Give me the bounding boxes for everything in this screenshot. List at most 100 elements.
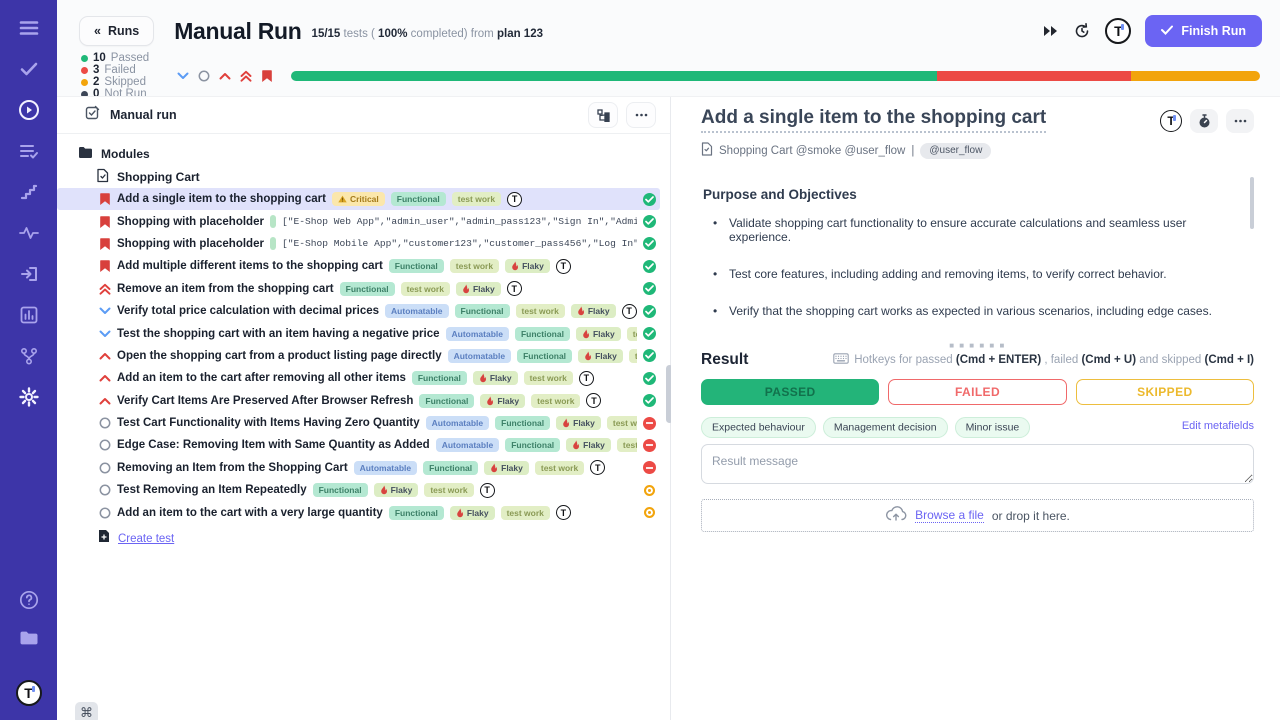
- tag-functional[interactable]: Functional: [340, 282, 395, 296]
- tag-testwork[interactable]: test work: [607, 416, 637, 430]
- result-message-input[interactable]: [701, 444, 1254, 484]
- tag-functional[interactable]: Functional: [313, 483, 368, 497]
- tag-flaky[interactable]: Flaky: [480, 394, 525, 408]
- tag-functional[interactable]: Functional: [505, 438, 560, 452]
- test-row[interactable]: Verify Cart Items Are Preserved After Br…: [57, 390, 670, 412]
- assignee-avatar[interactable]: T: [556, 505, 571, 520]
- tag-functional[interactable]: Functional: [515, 327, 570, 341]
- tag-functional[interactable]: Functional: [391, 192, 446, 206]
- tag-flaky[interactable]: Flaky: [374, 483, 419, 497]
- tag-testwork[interactable]: test work: [535, 461, 584, 475]
- finish-run-button[interactable]: Finish Run: [1145, 15, 1262, 47]
- assignee-avatar[interactable]: T: [507, 192, 522, 207]
- filter-chevron-down-icon[interactable]: [177, 72, 189, 80]
- tag-testwork[interactable]: test work: [424, 483, 473, 497]
- test-row[interactable]: Add a single item to the shopping cartCr…: [57, 188, 660, 210]
- sidebar-play-circle-icon[interactable]: [17, 98, 41, 122]
- assignee-avatar[interactable]: T: [579, 371, 594, 386]
- assignee-avatar[interactable]: T: [586, 393, 601, 408]
- tag-flaky[interactable]: Flaky: [456, 282, 501, 296]
- tag-pill[interactable]: @user_flow: [920, 143, 991, 159]
- tag-flaky[interactable]: Flaky: [576, 327, 621, 341]
- test-row[interactable]: Shopping with placeholder["E-Shop Mobile…: [57, 233, 670, 255]
- test-title[interactable]: Add a single item to the shopping cart: [701, 107, 1046, 133]
- tag-critical[interactable]: Critical: [332, 192, 385, 206]
- test-description[interactable]: Purpose and Objectives Validate shopping…: [701, 173, 1254, 341]
- filter-chevrons-up-icon[interactable]: [240, 70, 252, 82]
- test-row[interactable]: Edge Case: Removing Item with Same Quant…: [57, 434, 670, 456]
- assignee-avatar[interactable]: T: [480, 483, 495, 498]
- tag-testwork[interactable]: test work: [452, 192, 501, 206]
- sidebar-branch-icon[interactable]: [17, 344, 41, 368]
- result-splitter[interactable]: ■ ■ ■ ■ ■ ■: [701, 341, 1254, 351]
- tag-functional[interactable]: Functional: [517, 349, 572, 363]
- failed-button[interactable]: FAILED: [888, 379, 1066, 405]
- assignee-avatar-t-logo[interactable]: T: [1160, 110, 1182, 132]
- assignee-avatar[interactable]: T: [590, 460, 605, 475]
- tag-functional[interactable]: Functional: [495, 416, 550, 430]
- assignee-avatar[interactable]: T: [622, 304, 637, 319]
- tag-flaky[interactable]: Flaky: [484, 461, 529, 475]
- tag-functional[interactable]: Functional: [423, 461, 478, 475]
- test-row[interactable]: Test the shopping cart with an item havi…: [57, 322, 670, 344]
- test-row[interactable]: Test Cart Functionality with Items Havin…: [57, 412, 670, 434]
- tag-flaky[interactable]: Flaky: [578, 349, 623, 363]
- test-row[interactable]: Verify total price calculation with deci…: [57, 300, 670, 322]
- fast-forward-icon[interactable]: [1043, 24, 1059, 38]
- tag-flaky[interactable]: Flaky: [473, 371, 518, 385]
- tag-flaky[interactable]: Flaky: [556, 416, 601, 430]
- tag-automatable[interactable]: Automatable: [446, 327, 509, 341]
- sidebar-activity-icon[interactable]: [17, 221, 41, 245]
- tag-testwork[interactable]: test work: [531, 394, 580, 408]
- tag-automatable[interactable]: Automatable: [426, 416, 489, 430]
- tree-more-button[interactable]: [626, 102, 656, 128]
- retry-timer-icon[interactable]: [1073, 22, 1091, 40]
- test-row[interactable]: Open the shopping cart from a product li…: [57, 345, 670, 367]
- test-row[interactable]: Removing an Item from the Shopping CartA…: [57, 457, 670, 479]
- tree-view-toggle-button[interactable]: [588, 102, 618, 128]
- tag-testwork[interactable]: test work: [627, 327, 637, 341]
- sidebar-gear-icon[interactable]: [17, 385, 41, 409]
- filter-circle-icon[interactable]: [198, 70, 210, 82]
- tag-testwork[interactable]: test work: [450, 259, 499, 273]
- test-row[interactable]: Test Removing an Item RepeatedlyFunction…: [57, 479, 670, 501]
- sidebar-folder-icon[interactable]: [17, 626, 41, 650]
- tree-node-shopping-cart[interactable]: Shopping Cart: [57, 166, 670, 188]
- create-test-link[interactable]: Create test: [118, 533, 174, 545]
- test-row[interactable]: Add an item to the cart after removing a…: [57, 367, 670, 389]
- sidebar-list-check-icon[interactable]: [17, 139, 41, 163]
- assignee-avatar[interactable]: T: [507, 281, 522, 296]
- sidebar-sign-in-icon[interactable]: [17, 262, 41, 286]
- back-to-runs-button[interactable]: « Runs: [79, 16, 154, 46]
- stopwatch-button[interactable]: [1190, 109, 1218, 133]
- tag-testwork[interactable]: test work: [617, 438, 637, 452]
- edit-metafields-link[interactable]: Edit metafields: [1182, 420, 1254, 432]
- tag-automatable[interactable]: Automatable: [436, 438, 499, 452]
- tag-testwork[interactable]: test work: [629, 349, 637, 363]
- tag-testwork[interactable]: test work: [501, 506, 550, 520]
- file-dropzone[interactable]: Browse a file or drop it here.: [701, 499, 1254, 532]
- tag-automatable[interactable]: Automatable: [385, 304, 448, 318]
- tag-functional[interactable]: Functional: [412, 371, 467, 385]
- sidebar-check-icon[interactable]: [17, 57, 41, 81]
- test-row[interactable]: Remove an item from the shopping cartFun…: [57, 278, 670, 300]
- tag-testwork[interactable]: test work: [524, 371, 573, 385]
- filter-caret-up-icon[interactable]: [219, 72, 231, 80]
- tag-testwork[interactable]: test work: [516, 304, 565, 318]
- assignee-avatar[interactable]: T: [556, 259, 571, 274]
- tag-automatable[interactable]: Automatable: [448, 349, 511, 363]
- metafield-pill[interactable]: Management decision: [823, 417, 948, 438]
- user-avatar-t-logo[interactable]: T: [1105, 18, 1131, 44]
- test-row[interactable]: Add an item to the cart with a very larg…: [57, 501, 670, 523]
- tag-flaky[interactable]: Flaky: [450, 506, 495, 520]
- command-menu-button[interactable]: ⌘: [75, 702, 98, 720]
- tag-functional[interactable]: Functional: [419, 394, 474, 408]
- tag-functional[interactable]: Functional: [389, 259, 444, 273]
- sidebar-help-circle-icon[interactable]: [17, 588, 41, 612]
- tree-node-modules[interactable]: Modules: [57, 143, 670, 165]
- browse-file-link[interactable]: Browse a file: [915, 508, 984, 523]
- tag-flaky[interactable]: Flaky: [505, 259, 550, 273]
- t-logo-icon[interactable]: T: [16, 680, 42, 706]
- test-row[interactable]: Shopping with placeholder["E-Shop Web Ap…: [57, 210, 670, 232]
- skipped-button[interactable]: SKIPPED: [1076, 379, 1254, 405]
